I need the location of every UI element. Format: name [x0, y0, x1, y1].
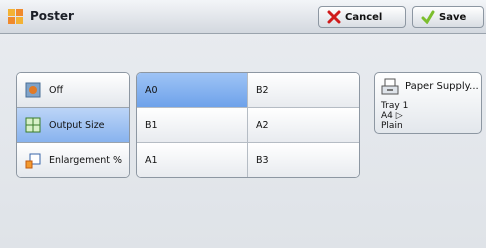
size-b3-button[interactable]: B3: [248, 143, 359, 177]
paper-type-value: Plain: [381, 121, 403, 131]
option-enlargement[interactable]: Enlargement %: [17, 143, 129, 177]
save-label: Save: [439, 11, 467, 23]
poster-icon: [8, 9, 24, 25]
output-size-grid: A0 B2 B1 A2 A1 B3: [136, 72, 360, 178]
size-a2-button[interactable]: A2: [248, 108, 359, 143]
size-a0-button[interactable]: A0: [137, 73, 248, 108]
title-bar: Poster Cancel Save: [0, 0, 486, 34]
output-size-icon: [25, 117, 41, 133]
poster-off-icon: [25, 82, 41, 98]
size-a1-button[interactable]: A1: [137, 143, 248, 177]
checkmark-icon: [421, 10, 435, 25]
paper-supply-button[interactable]: Paper Supply... Tray 1 A4 ▷ Plain: [374, 72, 482, 134]
cancel-button[interactable]: Cancel: [318, 6, 406, 28]
option-label: Output Size: [49, 119, 105, 131]
paper-supply-label: Paper Supply...: [405, 81, 479, 92]
paper-tray-icon: [381, 78, 399, 96]
close-icon: [327, 10, 341, 24]
option-output-size[interactable]: Output Size: [17, 108, 129, 143]
poster-screen: Poster Cancel Save Off Output Size Enlar…: [0, 0, 486, 248]
paper-size-value: A4 ▷: [381, 111, 403, 121]
option-label: Off: [49, 84, 64, 96]
cancel-label: Cancel: [345, 11, 383, 23]
page-title: Poster: [30, 9, 74, 23]
poster-option-group: Off Output Size Enlargement %: [16, 72, 130, 178]
size-b1-button[interactable]: B1: [137, 108, 248, 143]
option-off[interactable]: Off: [17, 73, 129, 108]
tray-value: Tray 1: [381, 101, 409, 111]
save-button[interactable]: Save: [412, 6, 484, 28]
enlargement-icon: [25, 153, 41, 169]
option-label: Enlargement %: [49, 155, 122, 166]
paper-supply-info: Tray 1 A4 ▷ Plain: [381, 101, 408, 131]
size-b2-button[interactable]: B2: [248, 73, 359, 108]
